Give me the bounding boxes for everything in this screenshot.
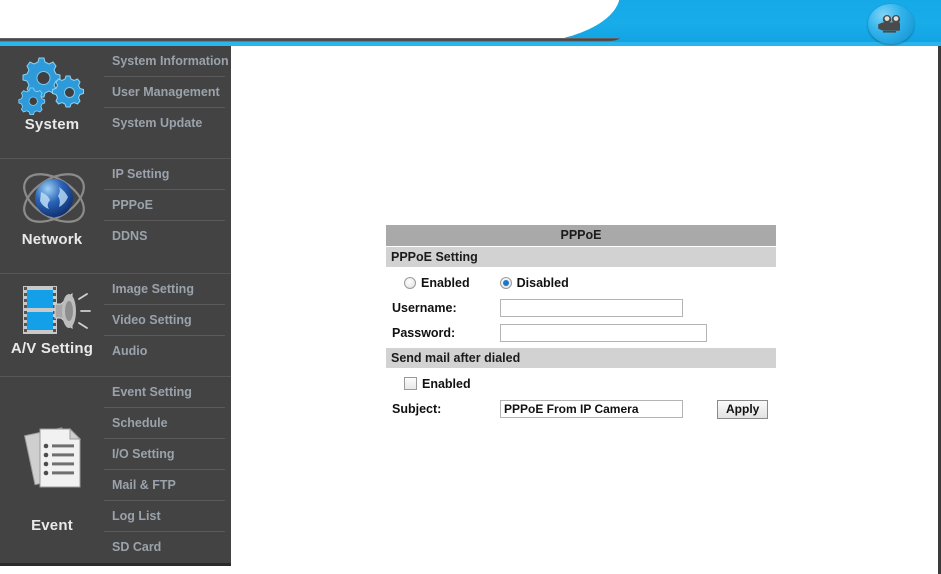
- sidebar-item-image-setting[interactable]: Image Setting: [104, 274, 225, 305]
- sidebar-group-label-network: Network: [21, 231, 83, 248]
- sidebar-item-system-update[interactable]: System Update: [104, 108, 225, 139]
- sidebar-group-system: System System Information User Managemen…: [0, 46, 231, 159]
- send-mail-enable-row: Enabled: [386, 371, 776, 396]
- sidebar-item-ddns[interactable]: DDNS: [104, 221, 225, 252]
- sidebar-group-network: Network IP Setting PPPoE DDNS: [0, 159, 231, 274]
- sidebar-item-sd-card[interactable]: SD Card: [104, 532, 225, 563]
- password-input[interactable]: [500, 324, 707, 342]
- sidebar-item-audio[interactable]: Audio: [104, 336, 225, 367]
- send-mail-enabled-label: Enabled: [422, 376, 471, 391]
- username-input[interactable]: [500, 298, 683, 317]
- pppoe-disabled-label: Disabled: [516, 275, 569, 290]
- pppoe-settings-card: PPPoE PPPoE Setting Enabled Disabled Use…: [386, 225, 776, 422]
- radio-unselected-icon[interactable]: [404, 276, 416, 289]
- video-camera-icon[interactable]: [868, 4, 914, 44]
- pppoe-enabled-label: Enabled: [421, 275, 470, 290]
- sidebar-items-event: Event Setting Schedule I/O Setting Mail …: [104, 377, 231, 563]
- subject-label: Subject:: [392, 402, 442, 416]
- sidebar-item-ip-setting[interactable]: IP Setting: [104, 159, 225, 190]
- sidebar-item-schedule[interactable]: Schedule: [104, 408, 225, 439]
- sidebar-items-network: IP Setting PPPoE DDNS: [104, 159, 231, 252]
- sidebar-group-label-system: System: [24, 116, 80, 133]
- page-title: PPPoE: [386, 225, 776, 246]
- sidebar: System System Information User Managemen…: [0, 46, 231, 566]
- globe-network-icon: [8, 167, 100, 238]
- username-label: Username:: [392, 300, 457, 315]
- password-row: Password:: [386, 320, 776, 346]
- film-speaker-icon: [8, 282, 100, 345]
- sidebar-item-video-setting[interactable]: Video Setting: [104, 305, 225, 336]
- pppoe-disabled-radio-option[interactable]: Disabled: [499, 275, 569, 290]
- subject-row: Subject: Apply: [386, 396, 776, 422]
- sidebar-group-event: Event Event Setting Schedule I/O Setting…: [0, 377, 231, 567]
- section-header-send-mail: Send mail after dialed: [386, 348, 776, 368]
- apply-button[interactable]: Apply: [717, 399, 769, 419]
- sidebar-item-event-setting[interactable]: Event Setting: [104, 377, 225, 408]
- sidebar-item-mail-ftp[interactable]: Mail & FTP: [104, 470, 225, 501]
- sidebar-item-io-setting[interactable]: I/O Setting: [104, 439, 225, 470]
- sidebar-item-user-management[interactable]: User Management: [104, 77, 225, 108]
- sidebar-items-system: System Information User Management Syste…: [104, 46, 231, 139]
- sidebar-item-log-list[interactable]: Log List: [104, 501, 225, 532]
- radio-selected-icon[interactable]: [499, 276, 512, 289]
- pppoe-enable-row: Enabled Disabled: [386, 270, 776, 295]
- sidebar-group-label-event: Event: [31, 517, 73, 534]
- gears-icon: [8, 54, 100, 121]
- documents-checklist-icon: [8, 419, 100, 502]
- checkbox-unchecked-icon[interactable]: [404, 377, 417, 390]
- subject-input[interactable]: [500, 400, 683, 418]
- sidebar-item-pppoe[interactable]: PPPoE: [104, 190, 225, 221]
- pppoe-enabled-radio-option[interactable]: Enabled: [404, 276, 470, 290]
- username-row: Username:: [386, 295, 776, 320]
- password-label: Password:: [392, 326, 456, 340]
- sidebar-group-av-setting: A/V Setting Image Setting Video Setting …: [0, 274, 231, 377]
- section-header-pppoe-setting: PPPoE Setting: [386, 247, 776, 267]
- sidebar-group-label-av-setting: A/V Setting: [10, 340, 94, 357]
- sidebar-item-system-information[interactable]: System Information: [104, 46, 229, 77]
- send-mail-enabled-option[interactable]: Enabled: [404, 377, 471, 391]
- main-content: PPPoE PPPoE Setting Enabled Disabled Use…: [231, 46, 941, 574]
- top-banner: [0, 0, 941, 48]
- sidebar-items-av-setting: Image Setting Video Setting Audio: [104, 274, 231, 367]
